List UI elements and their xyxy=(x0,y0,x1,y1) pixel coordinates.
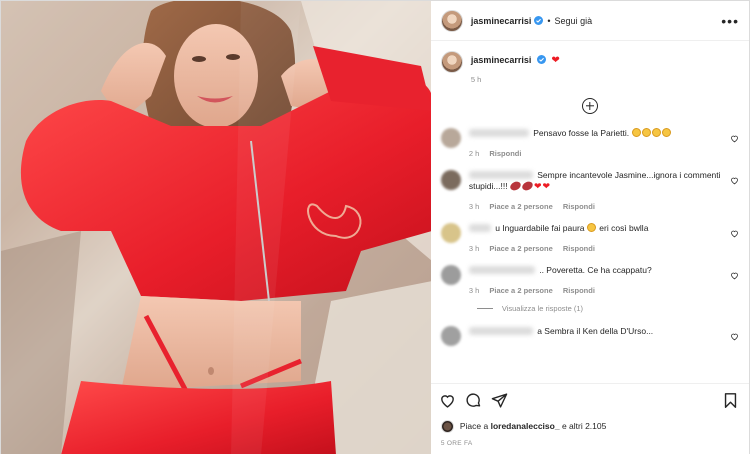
comment-item: .. Poveretta. Ce ha ccappatu? 3 h Piace … xyxy=(440,265,739,296)
view-replies-link[interactable]: Visualizza le risposte (1) xyxy=(476,304,739,313)
comments-section[interactable]: jasminecarrisi ❤ 5 h Pensavo fosse la Pa… xyxy=(431,41,749,383)
commenter-avatar[interactable] xyxy=(440,326,461,346)
comment-like-icon[interactable] xyxy=(730,271,739,280)
post-side-panel: jasminecarrisi • Segui già ••• jasmineca… xyxy=(430,1,749,454)
likes-others[interactable]: e altri 2.105 xyxy=(562,421,606,431)
eggplant-emoji xyxy=(508,180,523,192)
comment-likes[interactable]: Piace a 2 persone xyxy=(489,286,552,295)
redacted-username[interactable] xyxy=(468,224,491,232)
comment-like-icon[interactable] xyxy=(730,176,739,185)
comment-like-icon[interactable] xyxy=(730,229,739,238)
comment-text-suffix: eri così bwlla xyxy=(599,223,649,233)
comment-item: u Inguardabile fai paura eri così bwlla … xyxy=(440,223,739,254)
comment-item: a Sembra il Ken della D'Urso... xyxy=(440,326,739,346)
author-avatar[interactable] xyxy=(440,9,463,32)
save-icon[interactable] xyxy=(722,392,739,409)
post-header: jasminecarrisi • Segui già ••• xyxy=(430,1,749,41)
post-actions-bar xyxy=(430,383,749,416)
caption-avatar[interactable] xyxy=(440,51,463,73)
comment-text: Pensavo fosse la Parietti. xyxy=(533,128,630,138)
reply-button[interactable]: Rispondi xyxy=(563,244,595,253)
commenter-avatar[interactable] xyxy=(440,170,461,190)
reply-button[interactable]: Rispondi xyxy=(563,202,595,211)
comment-likes[interactable]: Piace a 2 persone xyxy=(489,202,552,211)
grin-emoji xyxy=(631,128,641,137)
comment-icon[interactable] xyxy=(465,392,482,409)
liker-username[interactable]: loredanalecciso_ xyxy=(491,421,560,431)
eggplant-emoji xyxy=(520,180,535,192)
caption-heart: ❤ xyxy=(551,55,560,66)
comment-time[interactable]: 3 h xyxy=(469,286,479,295)
header-separator: • xyxy=(547,15,551,26)
post-caption: jasminecarrisi ❤ 5 h xyxy=(440,51,739,84)
commenter-avatar[interactable] xyxy=(440,223,461,243)
comment-item: Pensavo fosse la Parietti. 2 h Rispondi xyxy=(440,128,739,159)
caption-time: 5 h xyxy=(470,75,482,84)
reply-button[interactable]: Rispondi xyxy=(489,149,521,158)
instagram-post: jasminecarrisi • Segui già ••• jasmineca… xyxy=(0,0,750,454)
more-icon[interactable]: ••• xyxy=(721,14,739,28)
grin-emoji xyxy=(651,128,661,137)
commenter-avatar[interactable] xyxy=(440,265,461,285)
verified-icon xyxy=(536,55,546,64)
redacted-username[interactable] xyxy=(468,327,533,335)
grin-emoji xyxy=(661,128,671,137)
share-icon[interactable] xyxy=(491,392,508,409)
comment-like-icon[interactable] xyxy=(730,134,739,143)
view-replies-label[interactable]: Visualizza le risposte (1) xyxy=(502,304,583,313)
reply-button[interactable]: Rispondi xyxy=(563,286,595,295)
commenter-avatar[interactable] xyxy=(440,128,461,148)
posted-ago[interactable]: 5 ORE FA xyxy=(431,436,749,454)
redacted-username[interactable] xyxy=(468,266,535,274)
redacted-username[interactable] xyxy=(468,171,533,179)
comment-text: a Sembra il Ken della D'Urso... xyxy=(537,326,654,336)
smile-emoji xyxy=(586,223,596,232)
add-comment-icon[interactable] xyxy=(581,98,598,114)
heart-emoji: ❤ xyxy=(542,181,551,191)
heart-emoji: ❤ xyxy=(533,181,542,191)
comment-likes[interactable]: Piace a 2 persone xyxy=(489,244,552,253)
comment-time[interactable]: 3 h xyxy=(469,244,479,253)
photo-illustration xyxy=(1,1,431,454)
post-photo[interactable] xyxy=(1,1,431,454)
likes-summary: Piace a loredanalecciso_ e altri 2.105 xyxy=(431,416,749,436)
caption-username[interactable]: jasminecarrisi xyxy=(471,55,532,65)
like-icon[interactable] xyxy=(439,392,456,409)
load-more-comments[interactable] xyxy=(441,98,739,114)
author-username[interactable]: jasminecarrisi xyxy=(471,16,532,26)
grin-emoji xyxy=(641,128,651,137)
likes-prefix: Piace a xyxy=(459,421,489,431)
redacted-username[interactable] xyxy=(468,129,529,137)
comment-time[interactable]: 3 h xyxy=(469,202,479,211)
comment-item: Sempre incantevole Jasmine...ignora i co… xyxy=(440,170,739,212)
comment-text: u Inguardabile fai paura xyxy=(495,223,585,233)
replies-divider xyxy=(476,308,493,309)
comment-time[interactable]: 2 h xyxy=(469,149,479,158)
following-button[interactable]: Segui già xyxy=(555,16,593,26)
liker-avatar[interactable] xyxy=(440,419,454,433)
verified-icon xyxy=(534,16,544,25)
comment-like-icon[interactable] xyxy=(730,332,739,341)
comment-text: .. Poveretta. Ce ha ccappatu? xyxy=(539,265,652,275)
